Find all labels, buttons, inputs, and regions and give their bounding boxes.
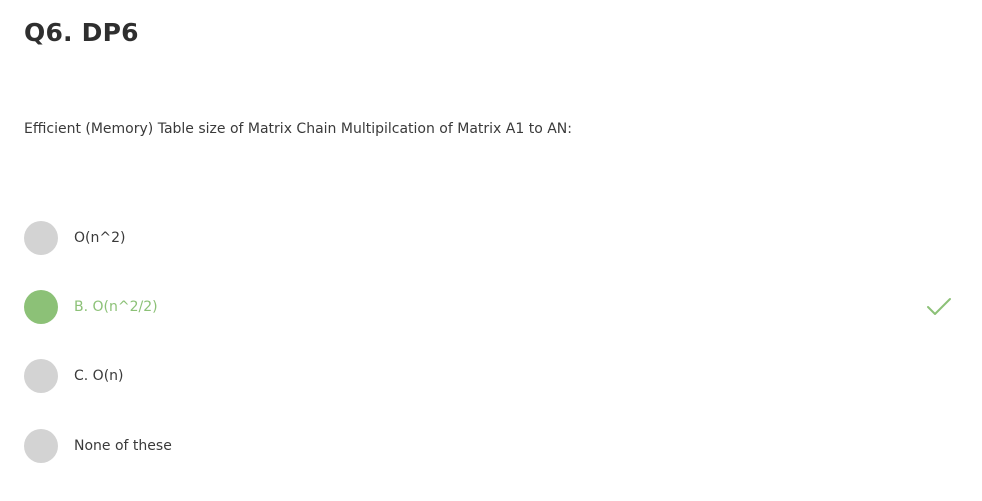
option-label: B. O(n^2/2) <box>74 298 158 315</box>
option-label: C. O(n) <box>74 367 124 384</box>
question-text: Efficient (Memory) Table size of Matrix … <box>24 121 572 137</box>
option-label: None of these <box>74 437 172 454</box>
option-radio[interactable] <box>24 428 58 463</box>
option-label: O(n^2) <box>74 229 126 246</box>
option-c[interactable]: C. O(n) <box>24 358 958 393</box>
option-radio[interactable] <box>24 358 58 393</box>
question-title: Q6. DP6 <box>24 18 139 47</box>
option-radio[interactable] <box>24 220 58 255</box>
check-icon <box>927 298 951 315</box>
option-a[interactable]: O(n^2) <box>24 220 958 255</box>
option-b[interactable]: B. O(n^2/2) <box>24 289 958 324</box>
option-radio[interactable] <box>24 289 58 324</box>
option-d[interactable]: None of these <box>24 428 958 463</box>
